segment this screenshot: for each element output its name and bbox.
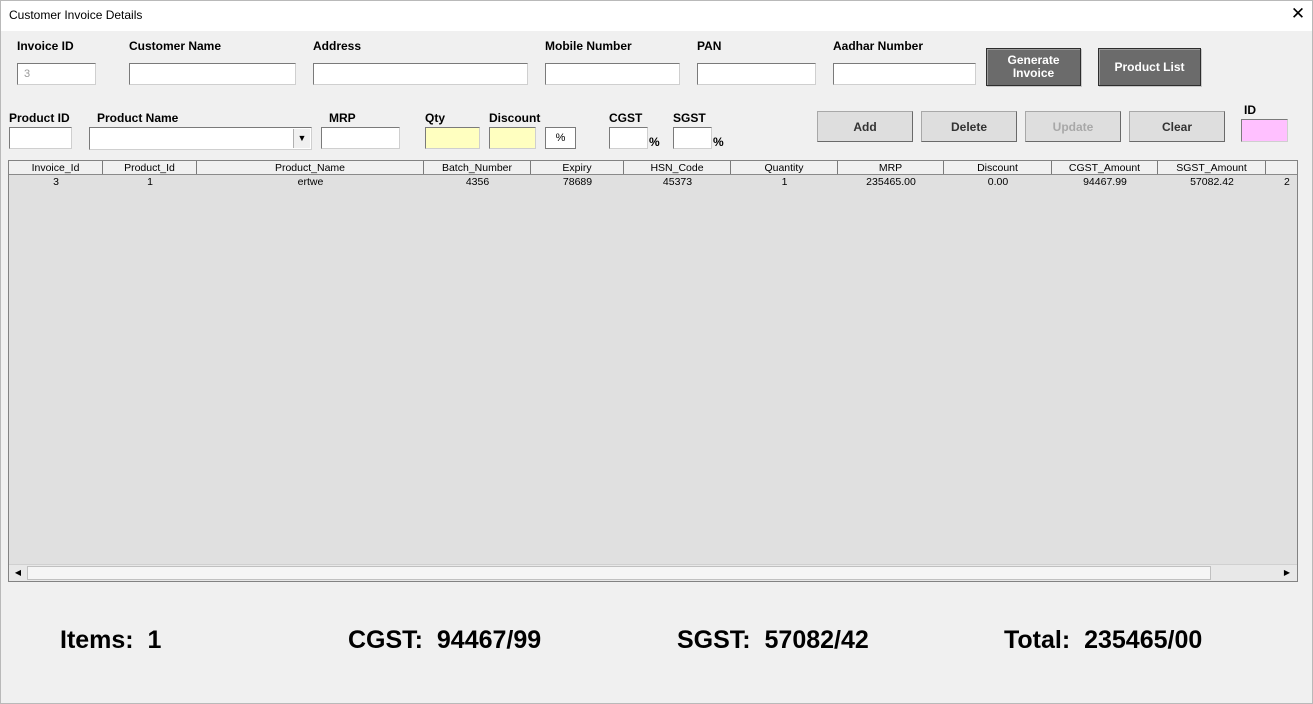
items-summary: Items: 1 bbox=[60, 626, 161, 655]
product-list-button[interactable]: Product List bbox=[1098, 48, 1201, 86]
items-label: Items: bbox=[60, 626, 134, 654]
invoice-items-grid[interactable]: Invoice_Id Product_Id Product_Name Batch… bbox=[8, 160, 1298, 582]
table-cell: 78689 bbox=[562, 176, 593, 188]
arrow-left-icon[interactable]: ◀ bbox=[10, 565, 26, 581]
column-header[interactable]: Expiry bbox=[531, 161, 624, 174]
mobile-number-label: Mobile Number bbox=[545, 39, 632, 53]
column-header[interactable]: Batch_Number bbox=[424, 161, 531, 174]
address-label: Address bbox=[313, 39, 362, 53]
product-id-label: Product ID bbox=[9, 111, 70, 125]
column-header[interactable] bbox=[1266, 161, 1297, 174]
cgst-label: CGST bbox=[609, 111, 643, 125]
sgst-summary-label: SGST: bbox=[677, 626, 751, 654]
address-field[interactable] bbox=[313, 63, 528, 85]
table-cell: 0.00 bbox=[987, 176, 1009, 188]
customer-name-label: Customer Name bbox=[129, 39, 222, 53]
qty-field[interactable] bbox=[425, 127, 480, 149]
table-cell: 1 bbox=[781, 176, 788, 188]
sgst-field[interactable] bbox=[673, 127, 712, 149]
delete-button[interactable]: Delete bbox=[921, 111, 1017, 142]
pan-field[interactable] bbox=[697, 63, 816, 85]
pan-label: PAN bbox=[697, 39, 722, 53]
sgst-percent-sign: % bbox=[713, 135, 724, 149]
title-bar bbox=[0, 0, 1313, 31]
product-name-label: Product Name bbox=[97, 111, 179, 125]
update-button[interactable]: Update bbox=[1025, 111, 1121, 142]
mobile-number-field[interactable] bbox=[545, 63, 680, 85]
cgst-percent-sign: % bbox=[649, 135, 660, 149]
product-id-field[interactable] bbox=[9, 127, 72, 149]
aadhar-number-label: Aadhar Number bbox=[833, 39, 924, 53]
cgst-field[interactable] bbox=[609, 127, 648, 149]
table-cell: 235465.00 bbox=[866, 176, 916, 188]
close-icon[interactable]: ✕ bbox=[1289, 4, 1307, 24]
column-header[interactable]: Product_Name bbox=[197, 161, 424, 174]
sgst-summary: SGST: 57082/42 bbox=[677, 626, 869, 655]
mrp-label: MRP bbox=[329, 111, 356, 125]
qty-label: Qty bbox=[425, 111, 446, 125]
table-cell: 1 bbox=[147, 176, 153, 188]
column-header[interactable]: Discount bbox=[944, 161, 1052, 174]
grid-header: Invoice_Id Product_Id Product_Name Batch… bbox=[9, 161, 1297, 175]
discount-percent-box[interactable]: % bbox=[545, 127, 576, 149]
column-header[interactable]: Product_Id bbox=[103, 161, 197, 174]
cgst-summary-label: CGST: bbox=[348, 626, 423, 654]
table-cell: ertwe bbox=[297, 176, 324, 188]
horizontal-scrollbar[interactable]: ◀ ▶ bbox=[9, 564, 1297, 581]
column-header[interactable]: CGST_Amount bbox=[1052, 161, 1158, 174]
column-header[interactable]: Invoice_Id bbox=[9, 161, 103, 174]
total-summary: Total: 235465/00 bbox=[1004, 626, 1202, 655]
cgst-summary: CGST: 94467/99 bbox=[348, 626, 541, 655]
cgst-summary-value: 94467/99 bbox=[436, 626, 542, 654]
sgst-label: SGST bbox=[673, 111, 706, 125]
column-header[interactable]: SGST_Amount bbox=[1158, 161, 1266, 174]
column-header[interactable]: MRP bbox=[838, 161, 944, 174]
total-summary-value: 235465/00 bbox=[1084, 626, 1203, 654]
column-header[interactable]: HSN_Code bbox=[624, 161, 731, 174]
items-value: 1 bbox=[147, 626, 162, 654]
generate-invoice-button[interactable]: Generate Invoice bbox=[986, 48, 1081, 86]
discount-field[interactable] bbox=[489, 127, 536, 149]
invoice-id-label: Invoice ID bbox=[17, 39, 74, 53]
table-cell: 94467.99 bbox=[1083, 176, 1127, 188]
id-field[interactable] bbox=[1241, 119, 1288, 142]
table-cell: 45373 bbox=[662, 176, 693, 188]
mrp-field[interactable] bbox=[321, 127, 400, 149]
generate-invoice-line2: Invoice bbox=[1012, 66, 1055, 80]
window-title: Customer Invoice Details bbox=[9, 8, 143, 22]
table-cell: 4356 bbox=[465, 176, 490, 188]
table-cell: 3 bbox=[53, 176, 59, 188]
chevron-down-icon[interactable]: ▼ bbox=[293, 129, 310, 148]
invoice-id-field[interactable]: 3 bbox=[17, 63, 96, 85]
discount-label: Discount bbox=[489, 111, 541, 125]
aadhar-number-field[interactable] bbox=[833, 63, 976, 85]
total-summary-label: Total: bbox=[1004, 626, 1071, 654]
table-cell: 57082.42 bbox=[1190, 176, 1234, 188]
table-cell: 2 bbox=[1284, 176, 1290, 188]
scrollbar-thumb[interactable] bbox=[27, 566, 1211, 580]
arrow-right-icon[interactable]: ▶ bbox=[1279, 565, 1295, 581]
sgst-summary-value: 57082/42 bbox=[764, 626, 869, 654]
id-label: ID bbox=[1244, 103, 1256, 117]
product-name-combo[interactable]: ▼ bbox=[89, 127, 312, 150]
add-button[interactable]: Add bbox=[817, 111, 913, 142]
clear-button[interactable]: Clear bbox=[1129, 111, 1225, 142]
column-header[interactable]: Quantity bbox=[731, 161, 838, 174]
frame-left bbox=[0, 30, 1, 704]
customer-name-field[interactable] bbox=[129, 63, 296, 85]
